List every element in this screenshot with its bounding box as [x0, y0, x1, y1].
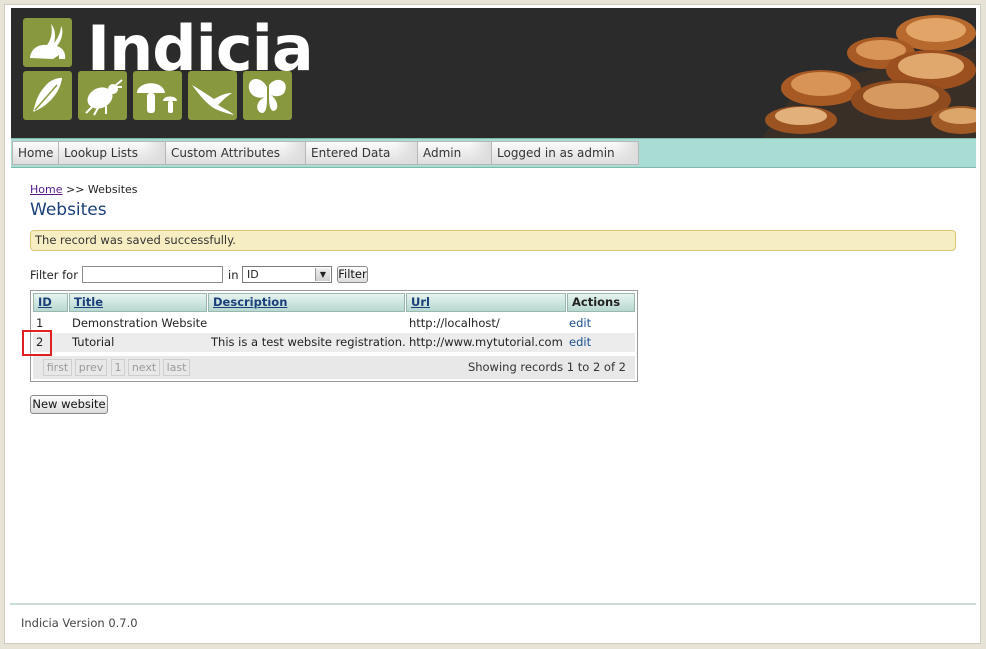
nav-entered-data-label: Entered Data: [311, 146, 391, 160]
pager-prev-button[interactable]: prev: [75, 359, 107, 376]
sort-title-link[interactable]: Title: [74, 295, 103, 309]
nav-custom-attributes[interactable]: Custom Attributes: [165, 141, 305, 165]
cell-title: Tutorial: [72, 335, 115, 349]
bird-icon: [188, 71, 237, 120]
edit-link[interactable]: edit: [569, 314, 591, 333]
nav-entered-data[interactable]: Entered Data: [305, 141, 417, 165]
success-notice: The record was saved successfully.: [30, 230, 956, 251]
mushroom-icon: [133, 71, 182, 120]
websites-table: ID Title Description Url Actions 1 Demon…: [30, 290, 638, 382]
nav-custom-attributes-label: Custom Attributes: [171, 146, 281, 160]
filter-in-label: in: [228, 268, 239, 282]
dropdown-arrow-icon: [395, 142, 417, 164]
site-header: Indicia: [11, 8, 976, 139]
fungi-photo: [761, 8, 976, 139]
filter-field-value: ID: [247, 268, 259, 281]
sort-url-link[interactable]: Url: [411, 295, 430, 309]
dropdown-arrow-icon: [469, 142, 491, 164]
column-header-title[interactable]: Title: [69, 293, 207, 312]
main-nav: Home Lookup Lists Custom Attributes Ente…: [11, 138, 976, 168]
pager-next-button[interactable]: next: [128, 359, 160, 376]
column-header-url[interactable]: Url: [406, 293, 566, 312]
breadcrumb-home-link[interactable]: Home: [30, 183, 62, 196]
cell-url: http://localhost/: [409, 316, 500, 330]
sort-id-link[interactable]: ID: [38, 295, 52, 309]
nav-home-label: Home: [18, 146, 54, 160]
breadcrumb-current: Websites: [87, 183, 138, 196]
dropdown-arrow-icon: [143, 142, 165, 164]
filter-button[interactable]: Filter: [337, 266, 368, 283]
nav-admin[interactable]: Admin: [417, 141, 491, 165]
nav-logged-in-user[interactable]: Logged in as admin: [491, 141, 639, 165]
pager-last-button[interactable]: last: [163, 359, 190, 376]
leaf-icon: [23, 71, 72, 120]
new-website-button[interactable]: New website: [30, 395, 108, 414]
records-count-text: Showing records 1 to 2 of 2: [467, 360, 626, 374]
highlight-box: [22, 330, 52, 356]
edit-link[interactable]: edit: [569, 333, 591, 352]
column-header-id[interactable]: ID: [33, 293, 68, 312]
pager-first-button[interactable]: first: [43, 359, 72, 376]
nav-home[interactable]: Home: [12, 141, 58, 165]
cell-description: This is a test website registration.: [211, 335, 406, 349]
filter-field-select[interactable]: ID ▼: [242, 266, 332, 283]
rabbit-icon: [23, 18, 72, 67]
nav-admin-label: Admin: [423, 146, 462, 160]
cell-title: Demonstration Website: [72, 316, 208, 330]
breadcrumb-separator: >>: [65, 183, 85, 196]
beetle-icon: [78, 71, 127, 120]
nav-logged-in-label: Logged in as admin: [497, 146, 615, 160]
column-header-description[interactable]: Description: [208, 293, 405, 312]
table-row: 2 Tutorial This is a test website regist…: [33, 333, 635, 352]
footer-version: Indicia Version 0.7.0: [21, 616, 138, 630]
nav-lookup-lists[interactable]: Lookup Lists: [58, 141, 165, 165]
dropdown-arrow-icon: [283, 142, 305, 164]
footer-divider: [10, 603, 976, 605]
page-title: Websites: [30, 200, 107, 220]
pagination-bar: first prev 1 next last Showing records 1…: [33, 356, 635, 379]
breadcrumb: Home >> Websites: [30, 183, 138, 196]
cell-url: http://www.mytutorial.com: [409, 335, 563, 349]
nav-lookup-lists-label: Lookup Lists: [64, 146, 139, 160]
filter-label: Filter for: [30, 268, 78, 282]
chevron-down-icon[interactable]: ▼: [315, 268, 330, 281]
pager-page-button[interactable]: 1: [111, 359, 125, 376]
butterfly-icon: [243, 71, 292, 120]
dropdown-arrow-icon: [616, 142, 638, 164]
table-row: 1 Demonstration Website http://localhost…: [33, 314, 635, 333]
sort-description-link[interactable]: Description: [213, 295, 287, 309]
column-header-actions: Actions: [567, 293, 635, 312]
filter-input[interactable]: [82, 266, 223, 283]
